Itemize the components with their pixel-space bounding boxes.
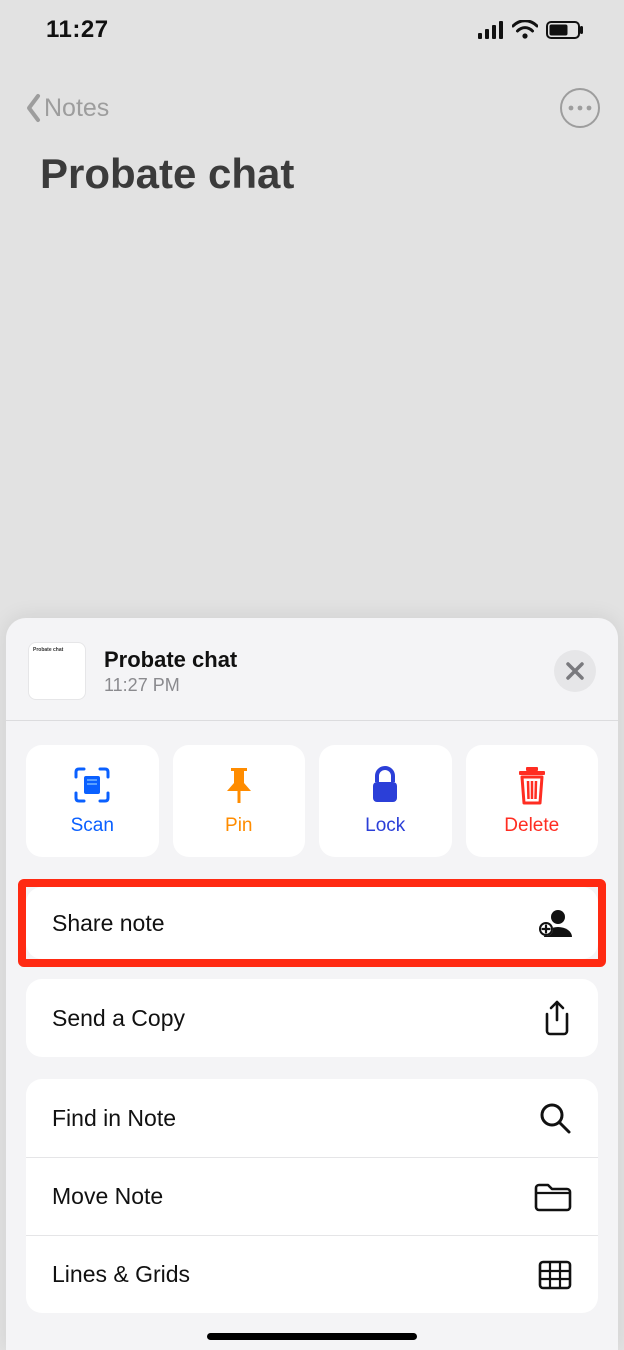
cellular-icon bbox=[478, 21, 504, 39]
ellipsis-icon bbox=[568, 105, 592, 111]
close-sheet-button[interactable] bbox=[554, 650, 596, 692]
lock-button[interactable]: Lock bbox=[319, 745, 452, 857]
find-in-note-label: Find in Note bbox=[52, 1105, 176, 1132]
grid-icon bbox=[538, 1260, 572, 1290]
list-group-send: Send a Copy bbox=[26, 979, 598, 1057]
scan-icon bbox=[72, 765, 112, 805]
note-title: Probate chat bbox=[40, 150, 294, 198]
wifi-icon bbox=[512, 20, 538, 40]
move-note-row[interactable]: Move Note bbox=[26, 1157, 598, 1235]
sheet-header: Probate chat 11:27 PM bbox=[6, 618, 618, 721]
send-copy-label: Send a Copy bbox=[52, 1005, 185, 1032]
battery-icon bbox=[546, 21, 584, 39]
share-icon bbox=[542, 1000, 572, 1036]
share-sheet: Probate chat 11:27 PM bbox=[6, 618, 618, 1350]
list-group-more: Find in Note Move Note L bbox=[26, 1079, 598, 1313]
status-bar: 11:27 bbox=[0, 0, 624, 60]
add-person-icon bbox=[536, 907, 572, 939]
sheet-subtitle: 11:27 PM bbox=[104, 675, 536, 696]
home-indicator[interactable] bbox=[207, 1333, 417, 1340]
action-row: Scan Pin Lock bbox=[6, 721, 618, 879]
close-icon bbox=[565, 661, 585, 681]
status-time: 11:27 bbox=[46, 16, 109, 44]
delete-label: Delete bbox=[504, 815, 559, 837]
note-thumbnail bbox=[28, 642, 86, 700]
more-button[interactable] bbox=[560, 88, 600, 128]
lock-label: Lock bbox=[365, 815, 405, 837]
pin-icon bbox=[221, 765, 257, 805]
folder-icon bbox=[534, 1182, 572, 1212]
move-note-label: Move Note bbox=[52, 1183, 163, 1210]
scan-label: Scan bbox=[71, 815, 114, 837]
highlight-frame: Share note bbox=[18, 879, 606, 967]
find-in-note-row[interactable]: Find in Note bbox=[26, 1079, 598, 1157]
pin-button[interactable]: Pin bbox=[173, 745, 306, 857]
lines-grids-label: Lines & Grids bbox=[52, 1261, 190, 1288]
lock-icon bbox=[368, 765, 402, 805]
search-icon bbox=[538, 1101, 572, 1135]
share-note-label: Share note bbox=[52, 910, 165, 937]
nav-bar: Notes bbox=[0, 78, 624, 138]
pin-label: Pin bbox=[225, 815, 252, 837]
back-label: Notes bbox=[44, 94, 109, 123]
share-note-row[interactable]: Share note bbox=[26, 887, 598, 959]
back-button[interactable]: Notes bbox=[24, 93, 109, 123]
sheet-title: Probate chat bbox=[104, 647, 536, 673]
scan-button[interactable]: Scan bbox=[26, 745, 159, 857]
lines-grids-row[interactable]: Lines & Grids bbox=[26, 1235, 598, 1313]
delete-button[interactable]: Delete bbox=[466, 745, 599, 857]
send-copy-row[interactable]: Send a Copy bbox=[26, 979, 598, 1057]
trash-icon bbox=[514, 765, 550, 805]
chevron-left-icon bbox=[24, 93, 42, 123]
status-icons bbox=[478, 20, 584, 40]
